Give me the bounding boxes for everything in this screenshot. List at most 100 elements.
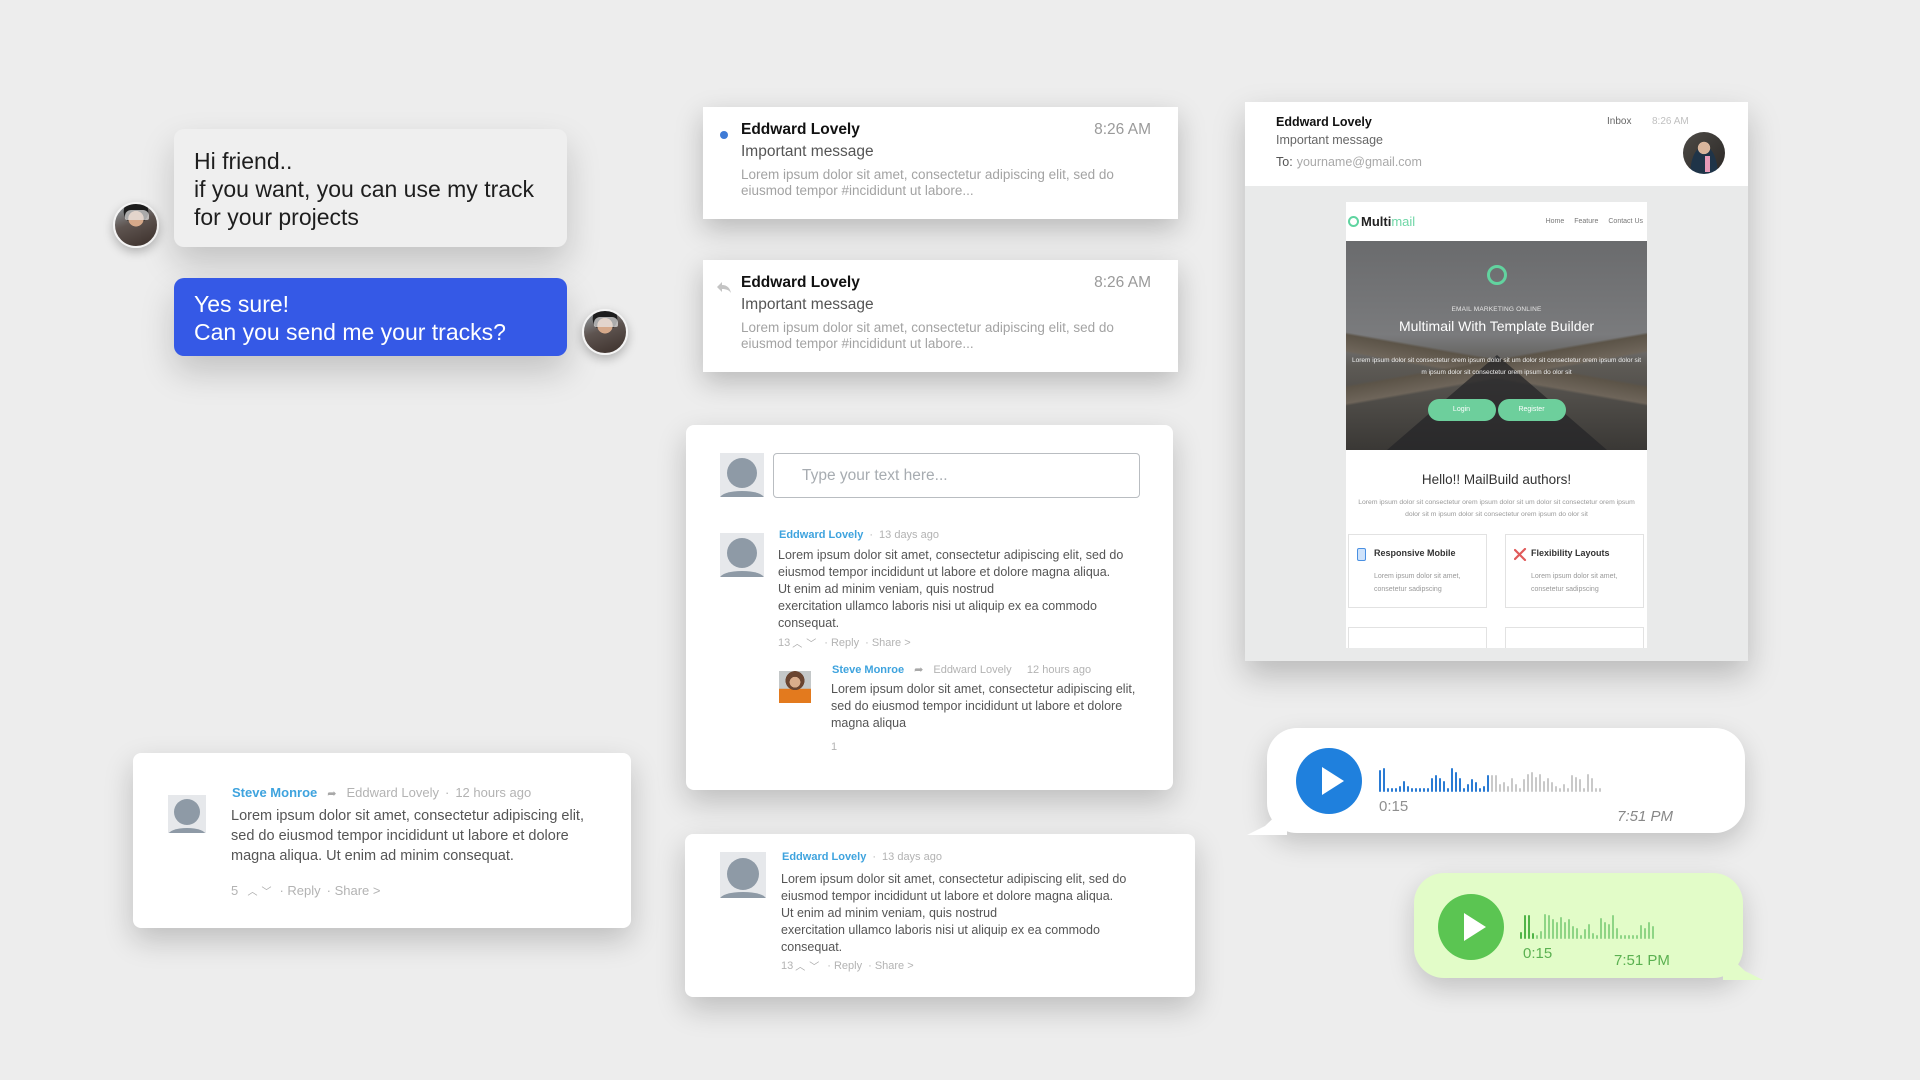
- nav-contact-link[interactable]: Contact Us: [1608, 218, 1643, 225]
- reply-link[interactable]: · Reply: [279, 883, 320, 898]
- waveform-bar: [1564, 922, 1566, 939]
- reply-body: Lorem ipsum dolor sit amet, consectetur …: [831, 681, 1135, 732]
- voice-timestamp: 7:51 PM: [1617, 808, 1673, 825]
- comment-time: 13 days ago: [879, 529, 939, 541]
- waveform-bar: [1491, 775, 1493, 792]
- comment-author[interactable]: Eddward Lovely: [782, 851, 866, 863]
- waveform-bar: [1463, 788, 1465, 792]
- register-button[interactable]: Register: [1497, 399, 1566, 421]
- to-label: To:: [1276, 155, 1293, 169]
- unread-dot-icon: [716, 127, 732, 143]
- feature-card: Responsive Mobile Lorem ipsum dolor sit …: [1348, 534, 1487, 608]
- waveform[interactable]: [1379, 764, 1601, 792]
- commenter-avatar[interactable]: [720, 533, 764, 577]
- reply-link[interactable]: · Reply: [827, 960, 862, 972]
- waveform-bar: [1591, 778, 1593, 792]
- comment-line: exercitation ullamco laboris nisi ut ali…: [778, 599, 1097, 613]
- downvote-icon[interactable]: ﹀: [807, 958, 821, 973]
- feature-card: [1348, 627, 1487, 648]
- newsletter-nav: Home Feature Contact Us: [1546, 218, 1643, 225]
- waveform-bar: [1403, 781, 1405, 792]
- downvote-icon[interactable]: ﹀: [804, 635, 818, 650]
- waveform-bar: [1495, 775, 1497, 792]
- play-button[interactable]: [1438, 894, 1504, 960]
- waveform-bar: [1540, 931, 1542, 939]
- nav-home-link[interactable]: Home: [1546, 218, 1565, 225]
- share-link[interactable]: · Share >: [327, 883, 381, 898]
- comment-line: Lorem ipsum dolor sit amet, consectetur …: [778, 548, 1124, 562]
- chat-bubble-outgoing: Yes sure! Can you send me your tracks?: [174, 278, 567, 356]
- waveform-bar: [1499, 784, 1501, 792]
- waveform-bar: [1575, 777, 1577, 792]
- waveform-bar: [1471, 779, 1473, 792]
- email-detail-card: Eddward Lovely Important message To: your…: [1245, 102, 1748, 661]
- waveform-bar: [1579, 779, 1581, 792]
- downvote-icon[interactable]: ﹀: [259, 883, 273, 898]
- waveform-bar: [1600, 918, 1602, 939]
- logo-text: Multi: [1361, 214, 1392, 229]
- reply-author-avatar[interactable]: [779, 671, 811, 703]
- share-link[interactable]: · Share >: [868, 960, 914, 972]
- reply-to[interactable]: Eddward Lovely: [346, 785, 439, 800]
- nav-feature-link[interactable]: Feature: [1574, 218, 1598, 225]
- voice-message-received: 0:15 7:51 PM: [1247, 728, 1745, 835]
- upvote-icon[interactable]: ︿: [245, 883, 259, 898]
- reply-arrow-icon: ➦: [914, 664, 924, 676]
- waveform-bar: [1399, 786, 1401, 792]
- voice-message-sent: 0:15 7:51 PM: [1414, 873, 1763, 980]
- mail-list-item[interactable]: Eddward Lovely 8:26 AM Important message…: [703, 107, 1178, 219]
- waveform-bar: [1547, 778, 1549, 792]
- upvote-icon[interactable]: ︿: [793, 958, 807, 973]
- commenter-avatar[interactable]: [720, 852, 766, 898]
- waveform-bar: [1552, 919, 1554, 939]
- email-header: Eddward Lovely Important message To: your…: [1245, 102, 1748, 186]
- comment-author[interactable]: Steve Monroe: [232, 785, 317, 800]
- commenter-avatar[interactable]: [168, 795, 206, 833]
- email-folder[interactable]: Inbox: [1607, 116, 1631, 127]
- waveform[interactable]: [1520, 911, 1654, 939]
- sender-avatar[interactable]: [1683, 132, 1725, 174]
- waveform-bar: [1568, 919, 1570, 939]
- comment-meta: Eddward Lovely · 13 days ago: [782, 851, 942, 863]
- waveform-bar: [1503, 782, 1505, 792]
- chat-line: Hi friend..: [194, 148, 293, 174]
- feature-text: Lorem ipsum dolor sit amet, consetetur s…: [1531, 573, 1618, 593]
- reply-link[interactable]: · Reply: [824, 637, 859, 649]
- mail-subject: Important message: [741, 296, 874, 313]
- waveform-bar: [1407, 786, 1409, 792]
- comment-actions: 13 ︿ ﹀ · Reply · Share >: [781, 958, 914, 974]
- email-recipient: To: yourname@gmail.com: [1276, 155, 1422, 169]
- mail-list-item[interactable]: Eddward Lovely 8:26 AM Important message…: [703, 260, 1178, 372]
- waveform-bar: [1648, 922, 1650, 939]
- chat-bubble-icon: [1487, 265, 1507, 285]
- comment-input[interactable]: [773, 453, 1140, 498]
- play-button[interactable]: [1296, 748, 1362, 814]
- waveform-bar: [1620, 935, 1622, 939]
- comment-author[interactable]: Eddward Lovely: [779, 529, 863, 541]
- waveform-bar: [1583, 788, 1585, 792]
- comment-line: eiusmod tempor incididunt ut labore et d…: [781, 889, 1114, 903]
- waveform-bar: [1507, 786, 1509, 792]
- reply-to[interactable]: Eddward Lovely: [933, 664, 1011, 676]
- waveform-bar: [1628, 935, 1630, 939]
- upvote-icon[interactable]: ︿: [790, 635, 804, 650]
- share-link[interactable]: · Share >: [865, 637, 911, 649]
- waveform-bar: [1435, 775, 1437, 792]
- chat-line: Yes sure!: [194, 291, 290, 317]
- waveform-bar: [1451, 768, 1453, 792]
- reply-author[interactable]: Steve Monroe: [832, 664, 904, 676]
- email-sender: Eddward Lovely: [1276, 115, 1372, 129]
- chat-avatar-incoming[interactable]: [113, 202, 159, 248]
- waveform-bar: [1511, 778, 1513, 792]
- waveform-bar: [1423, 788, 1425, 792]
- waveform-bar: [1640, 925, 1642, 939]
- waveform-bar: [1443, 781, 1445, 792]
- comment-actions: 13 ︿ ﹀ · Reply · Share >: [778, 635, 911, 651]
- waveform-bar: [1515, 784, 1517, 792]
- chat-avatar-outgoing[interactable]: [582, 309, 628, 355]
- login-button[interactable]: Login: [1427, 399, 1496, 421]
- waveform-bar: [1439, 778, 1441, 792]
- waveform-bar: [1612, 915, 1614, 939]
- comment-line: Lorem ipsum dolor sit amet, consectetur …: [231, 808, 584, 824]
- current-user-avatar: [720, 453, 764, 497]
